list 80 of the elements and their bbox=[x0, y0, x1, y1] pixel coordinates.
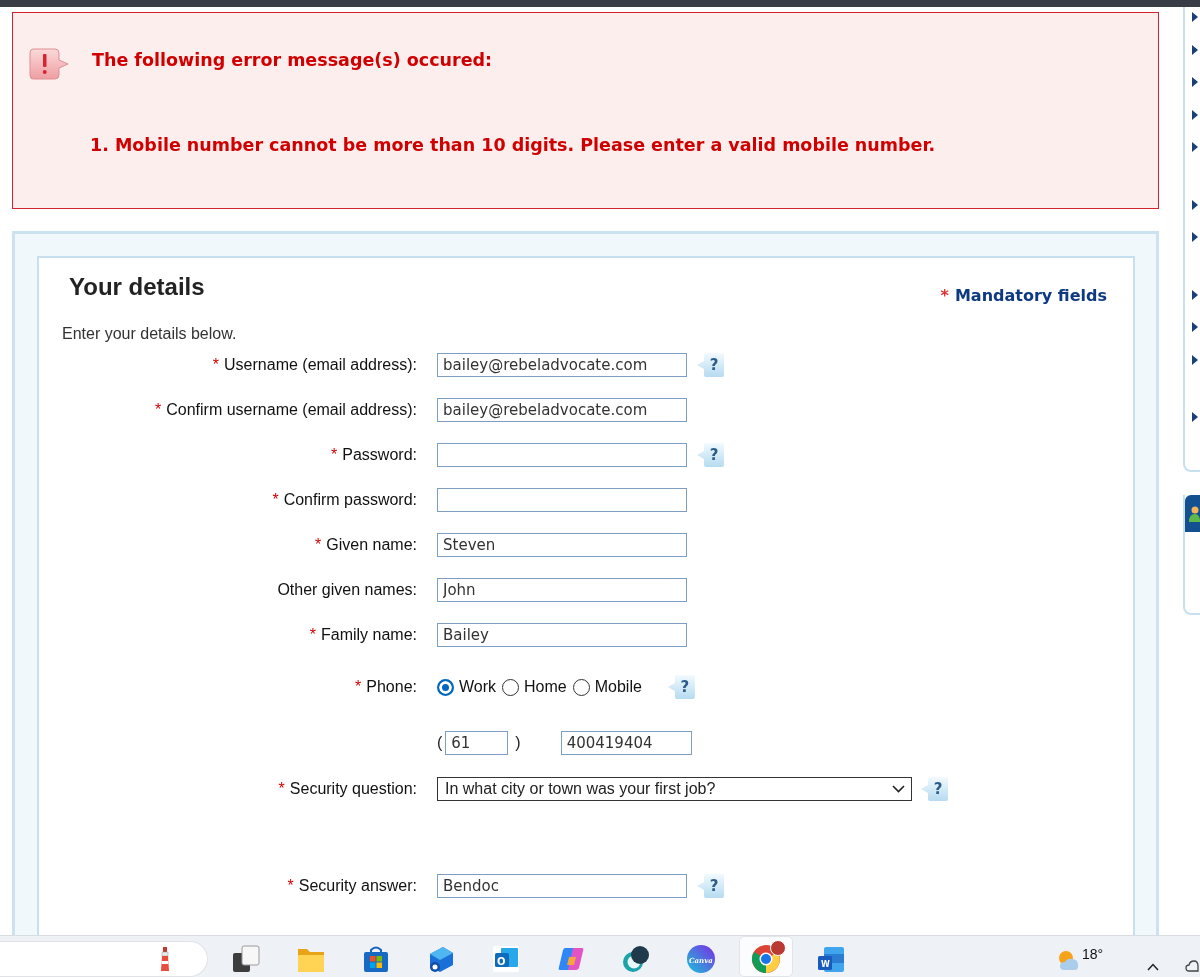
required-marker: * bbox=[287, 877, 294, 894]
round-logo-icon bbox=[687, 945, 715, 973]
text-field[interactable]: Bailey bbox=[437, 623, 687, 647]
field-label: Given name: bbox=[326, 536, 417, 553]
text-field[interactable]: bailey@rebeladvocate.com bbox=[437, 353, 687, 377]
password-field[interactable] bbox=[437, 488, 687, 512]
text-field[interactable]: John bbox=[437, 578, 687, 602]
arrow-icon bbox=[1192, 109, 1198, 120]
field-label: Security question: bbox=[289, 780, 417, 797]
bracket-text: ) bbox=[515, 733, 521, 753]
help-button[interactable]: ? bbox=[697, 353, 724, 377]
intro-text: Enter your details below. bbox=[62, 325, 237, 343]
password-field[interactable] bbox=[437, 443, 687, 467]
letter-tile-icon bbox=[492, 945, 520, 973]
text-field[interactable]: Steven bbox=[437, 533, 687, 557]
ribbon-logo-icon bbox=[557, 945, 585, 973]
required-marker: * bbox=[315, 536, 322, 553]
arrow-icon bbox=[1192, 289, 1198, 300]
required-marker: * bbox=[309, 626, 316, 643]
orb-icon bbox=[622, 945, 650, 973]
box-icon bbox=[427, 945, 455, 973]
chevron-down-icon bbox=[892, 785, 905, 793]
document-icon bbox=[817, 945, 845, 973]
help-button[interactable]: ? bbox=[697, 874, 724, 898]
help-button[interactable]: ? bbox=[697, 443, 724, 467]
radio-label: Work bbox=[459, 677, 497, 697]
store-bag-icon bbox=[362, 945, 390, 973]
error-icon bbox=[29, 48, 69, 80]
field-label: Family name: bbox=[320, 626, 417, 643]
required-marker: * bbox=[272, 491, 279, 508]
avatar-icon bbox=[770, 940, 786, 956]
lighthouse-icon bbox=[159, 947, 171, 971]
section-title: Your details bbox=[69, 273, 205, 301]
radio-button[interactable] bbox=[437, 678, 454, 696]
mandatory-fields-note: Mandatory fields bbox=[954, 287, 1107, 305]
required-marker: * bbox=[355, 678, 362, 695]
arrow-icon bbox=[1192, 77, 1198, 87]
taskbar-app-button[interactable] bbox=[739, 936, 793, 977]
taskbar-app-button[interactable]: O bbox=[479, 936, 533, 977]
required-marker: * bbox=[940, 287, 949, 305]
radio-button[interactable] bbox=[502, 678, 520, 696]
field-label: Confirm password: bbox=[283, 491, 417, 508]
area-code-field[interactable]: 61 bbox=[445, 731, 509, 755]
arrow-icon bbox=[1192, 412, 1198, 422]
arrow-icon bbox=[1192, 322, 1198, 332]
field-label: Security answer: bbox=[298, 877, 417, 894]
help-button[interactable]: ? bbox=[921, 777, 948, 801]
required-marker: * bbox=[212, 356, 220, 373]
required-marker: * bbox=[278, 780, 285, 797]
error-message: 1. Mobile number cannot be more than 10 digits. Please enter a valid mobile number. bbox=[90, 134, 936, 156]
arrow-icon bbox=[1192, 199, 1198, 210]
field-label: Password: bbox=[342, 446, 417, 463]
field-label: Phone: bbox=[366, 678, 417, 695]
required-marker: * bbox=[155, 401, 162, 418]
field-label: Confirm username (email address): bbox=[166, 401, 417, 418]
phone-number-field[interactable]: 400419404 bbox=[560, 731, 692, 755]
required-marker: * bbox=[331, 446, 338, 463]
bracket-text: ( bbox=[437, 733, 443, 753]
text-field[interactable]: bailey@rebeladvocate.com bbox=[437, 398, 687, 422]
search-field[interactable] bbox=[0, 941, 208, 977]
temperature-label: 18° bbox=[1082, 945, 1104, 963]
chevron-up-icon[interactable] bbox=[1147, 963, 1160, 971]
arrow-icon bbox=[1192, 12, 1198, 22]
cloud-icon[interactable] bbox=[1185, 960, 1200, 972]
field-label: Other given names: bbox=[277, 581, 417, 598]
field-label: Username (email address): bbox=[224, 356, 417, 373]
arrow-icon bbox=[1192, 142, 1198, 152]
arrow-icon bbox=[1192, 44, 1198, 55]
radio-label: Mobile bbox=[594, 677, 642, 697]
security-question-select[interactable]: In what city or town was your first job? bbox=[437, 777, 912, 801]
help-button[interactable]: ? bbox=[667, 675, 695, 699]
radio-label: Home bbox=[524, 677, 567, 697]
radio-button[interactable] bbox=[572, 678, 590, 696]
error-title: The following error message(s) occured: bbox=[92, 49, 493, 71]
task-view-icon bbox=[232, 945, 260, 973]
arrow-icon bbox=[1192, 232, 1198, 242]
person-icon bbox=[1189, 505, 1200, 522]
text-field[interactable]: Bendoc bbox=[437, 874, 687, 898]
arrow-icon bbox=[1192, 354, 1198, 365]
taskbar-app-button[interactable]: W bbox=[804, 936, 858, 977]
